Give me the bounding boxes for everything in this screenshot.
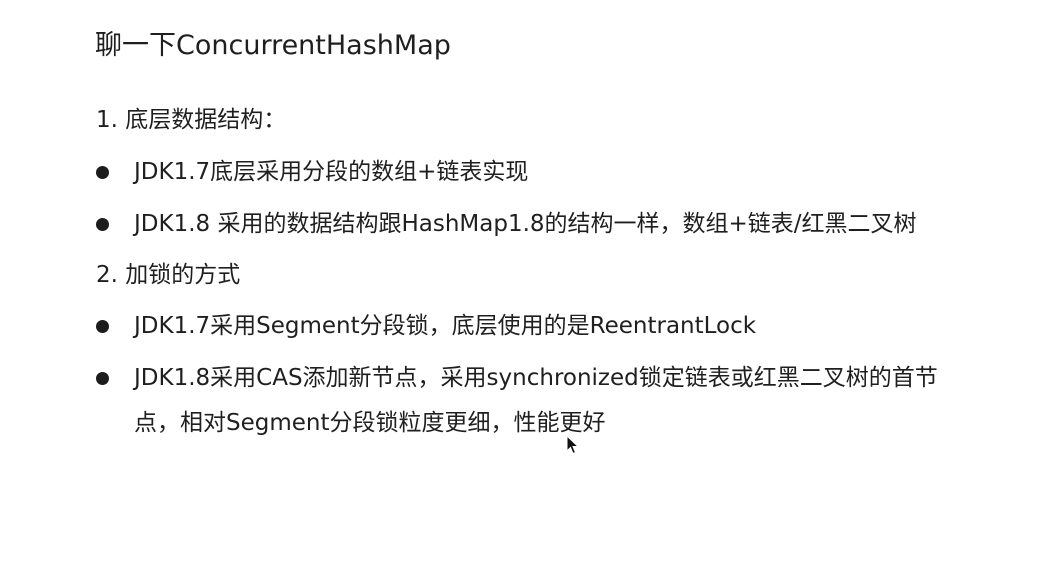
list-item-jdk18-locking: JDK1.8采用CAS添加新节点，采用synchronized锁定链表或红黑二叉… <box>134 365 938 391</box>
page-title: 聊一下ConcurrentHashMap <box>95 30 451 61</box>
bullet-icon <box>96 218 109 231</box>
section-heading-data-structure: 1. 底层数据结构： <box>96 107 287 133</box>
list-item-jdk18-locking-continuation: 点，相对Segment分段锁粒度更细，性能更好 <box>134 410 606 436</box>
bullet-icon <box>96 166 109 179</box>
list-item-jdk17-locking: JDK1.7采用Segment分段锁，底层使用的是ReentrantLock <box>134 313 757 339</box>
slide-page: 聊一下ConcurrentHashMap 1. 底层数据结构： JDK1.7底层… <box>0 0 1054 577</box>
list-item-jdk17-structure: JDK1.7底层采用分段的数组+链表实现 <box>134 159 529 185</box>
mouse-pointer-icon <box>566 435 580 455</box>
section-heading-locking: 2. 加锁的方式 <box>96 262 241 288</box>
list-item-jdk18-structure: JDK1.8 采用的数据结构跟HashMap1.8的结构一样，数组+链表/红黑二… <box>134 211 917 237</box>
bullet-icon <box>96 320 109 333</box>
bullet-icon <box>96 372 109 385</box>
